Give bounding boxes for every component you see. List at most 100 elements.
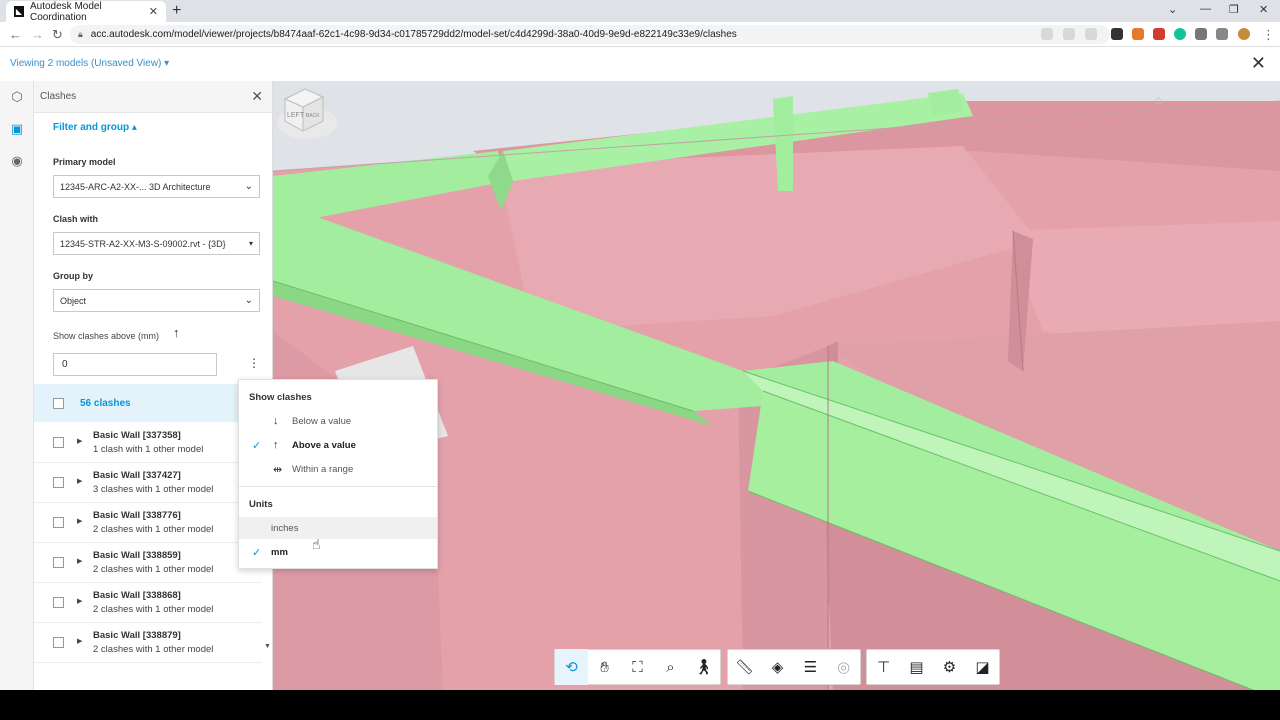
expand-arrow-icon[interactable]: ▶ <box>77 517 82 525</box>
units-header: Units <box>249 499 273 510</box>
profile-avatar[interactable] <box>1238 28 1250 40</box>
arrow-up-icon[interactable]: ↑ <box>173 325 180 340</box>
expand-arrow-icon[interactable]: ▶ <box>77 557 82 565</box>
tab-search-icon[interactable]: ⌄ <box>1168 3 1177 16</box>
expand-arrow-icon[interactable]: ▶ <box>77 477 82 485</box>
panel-close-icon[interactable]: ✕ <box>251 88 263 105</box>
viewcube[interactable]: LEFT BACK <box>273 81 337 145</box>
row-detail: 1 clash with 1 other model <box>93 444 204 455</box>
reload-icon[interactable]: ↻ <box>52 27 63 43</box>
settings-icon[interactable]: ⚙︎ <box>933 649 966 685</box>
select-all-checkbox[interactable] <box>53 398 64 409</box>
row-checkbox[interactable] <box>53 637 64 648</box>
more-options-icon[interactable]: ⋮ <box>248 356 260 370</box>
first-person-icon[interactable]: 🚶︎ <box>687 649 720 685</box>
extension-megaphone-icon[interactable] <box>1153 28 1165 40</box>
tab-close-icon[interactable]: ✕ <box>149 5 158 18</box>
clashes-icon[interactable]: ▣ <box>9 121 25 137</box>
show-clashes-header: Show clashes <box>249 392 312 403</box>
scroll-down-arrow[interactable]: ▼ <box>264 643 271 650</box>
table-row[interactable]: ▶ Basic Wall [337358] 1 clash with 1 oth… <box>34 423 262 463</box>
viewcube-side-label: BACK <box>306 113 320 119</box>
row-checkbox[interactable] <box>53 477 64 488</box>
arrow-down-icon: ↓ <box>273 415 279 427</box>
table-row[interactable]: ▶ Basic Wall [338868] 2 clashes with 1 o… <box>34 583 262 623</box>
row-title: Basic Wall [337427] <box>93 470 181 481</box>
menu-item-inches[interactable]: inches <box>239 517 437 539</box>
video-letterbox-bar <box>0 690 1280 720</box>
browser-tab[interactable]: ◣ Autodesk Model Coordination ✕ <box>6 1 166 23</box>
browser-toolbar: ← → ↻ 🔒︎ acc.autodesk.com/model/viewer/p… <box>0 22 1280 47</box>
layers-icon[interactable]: ☰ <box>794 649 827 685</box>
minimize-icon[interactable]: — <box>1200 3 1211 15</box>
table-row[interactable]: ▶ Basic Wall [338859] 2 clashes with 1 o… <box>34 543 262 583</box>
extension-orange-icon[interactable] <box>1132 28 1144 40</box>
ghosting-icon[interactable]: ◎ <box>827 649 860 685</box>
measure-icon[interactable]: 📏︎ <box>728 649 761 685</box>
tools-toolbar: 📏︎ ◈ ☰ ◎ <box>727 649 861 685</box>
app-header: Viewing 2 models (Unsaved View) ▾ ✕ <box>0 47 1280 81</box>
table-row[interactable]: ▶ Basic Wall [337427] 3 clashes with 1 o… <box>34 463 262 503</box>
viewing-models-dropdown[interactable]: Viewing 2 models (Unsaved View) ▾ <box>10 58 169 69</box>
share-icon[interactable] <box>1063 28 1075 40</box>
extension-layers-icon[interactable] <box>1111 28 1123 40</box>
bookmark-star-icon[interactable] <box>1085 28 1097 40</box>
table-row[interactable]: ▶ Basic Wall [338776] 2 clashes with 1 o… <box>34 503 262 543</box>
row-title: Basic Wall [337358] <box>93 430 181 441</box>
extensions-puzzle-icon[interactable] <box>1195 28 1207 40</box>
row-title: Basic Wall [338859] <box>93 550 181 561</box>
menu-item-mm[interactable]: ✓ mm <box>239 541 437 563</box>
row-checkbox[interactable] <box>53 597 64 608</box>
issues-check-icon[interactable]: ◉ <box>9 153 25 169</box>
fullscreen-icon[interactable]: ◪ <box>966 649 999 685</box>
menu-item-below-value[interactable]: ↓ Below a value <box>239 410 437 432</box>
threshold-label: Show clashes above (mm) <box>53 331 160 341</box>
group-by-select[interactable]: Object ⌄ <box>53 289 260 312</box>
panel-header: Clashes ✕ <box>34 81 272 113</box>
expand-arrow-icon[interactable]: ▶ <box>77 597 82 605</box>
menu-item-label: Within a range <box>292 464 354 475</box>
row-checkbox[interactable] <box>53 517 64 528</box>
models-cube-icon[interactable]: ⬡ <box>9 89 25 105</box>
forward-icon[interactable]: → <box>31 27 44 42</box>
primary-model-select[interactable]: 12345-ARC-A2-XX-... 3D Architecture ⌄ <box>53 175 260 198</box>
app-window: ◣ Autodesk Model Coordination ✕ + ⌄ — ❐ … <box>0 0 1280 720</box>
pan-icon[interactable]: ✋︎ <box>588 649 621 685</box>
primary-model-value: 12345-ARC-A2-XX-... 3D Architecture <box>60 181 211 192</box>
table-row[interactable]: ▶ Basic Wall [338879] 2 clashes with 1 o… <box>34 623 262 663</box>
address-bar[interactable]: 🔒︎ acc.autodesk.com/model/viewer/project… <box>70 25 1110 44</box>
viewcube-face-label: LEFT <box>287 112 305 119</box>
row-checkbox[interactable] <box>53 437 64 448</box>
group-by-label: Group by <box>53 271 93 281</box>
navigation-toolbar: ⟲ ✋︎ ⛶ ⌕ 🚶︎ <box>554 649 721 685</box>
home-view-icon[interactable]: ⌂ <box>1155 93 1162 107</box>
camera-blocked-icon[interactable] <box>1041 28 1053 40</box>
browser-menu-icon[interactable]: ⋮ <box>1262 27 1275 43</box>
zoom-icon[interactable]: ⌕ <box>654 649 687 685</box>
menu-item-label: Above a value <box>292 440 356 451</box>
model-browser-icon[interactable]: ⊤ <box>867 649 900 685</box>
back-icon[interactable]: ← <box>9 27 22 42</box>
side-panel-icon[interactable] <box>1216 28 1228 40</box>
menu-item-within-range[interactable]: ⇹ Within a range <box>239 458 437 480</box>
chevron-down-icon: ⌄ <box>244 295 253 306</box>
restore-icon[interactable]: ❐ <box>1229 3 1239 16</box>
filter-and-group-toggle[interactable]: Filter and group ▴ <box>53 122 137 133</box>
clash-with-select[interactable]: 12345-STR-A2-XX-M3-S-09002.rvt - {3D} ▾ <box>53 232 260 255</box>
section-icon[interactable]: ◈ <box>761 649 794 685</box>
expand-arrow-icon[interactable]: ▶ <box>77 637 82 645</box>
expand-arrow-icon[interactable]: ▶ <box>77 437 82 445</box>
fit-to-view-icon[interactable]: ⛶ <box>621 649 654 685</box>
close-viewer-button[interactable]: ✕ <box>1251 53 1266 74</box>
orbit-icon[interactable]: ⟲ <box>555 649 588 685</box>
extension-grammarly-icon[interactable] <box>1174 28 1186 40</box>
row-detail: 2 clashes with 1 other model <box>93 564 214 575</box>
menu-item-above-value[interactable]: ✓ ↑ Above a value <box>239 434 437 456</box>
properties-icon[interactable]: ▤ <box>900 649 933 685</box>
new-tab-button[interactable]: + <box>172 2 181 20</box>
threshold-input[interactable]: 0 <box>53 353 217 376</box>
row-checkbox[interactable] <box>53 557 64 568</box>
window-close-icon[interactable]: ✕ <box>1259 3 1268 16</box>
url-text: acc.autodesk.com/model/viewer/projects/b… <box>90 29 737 40</box>
clash-with-label: Clash with <box>53 214 99 224</box>
